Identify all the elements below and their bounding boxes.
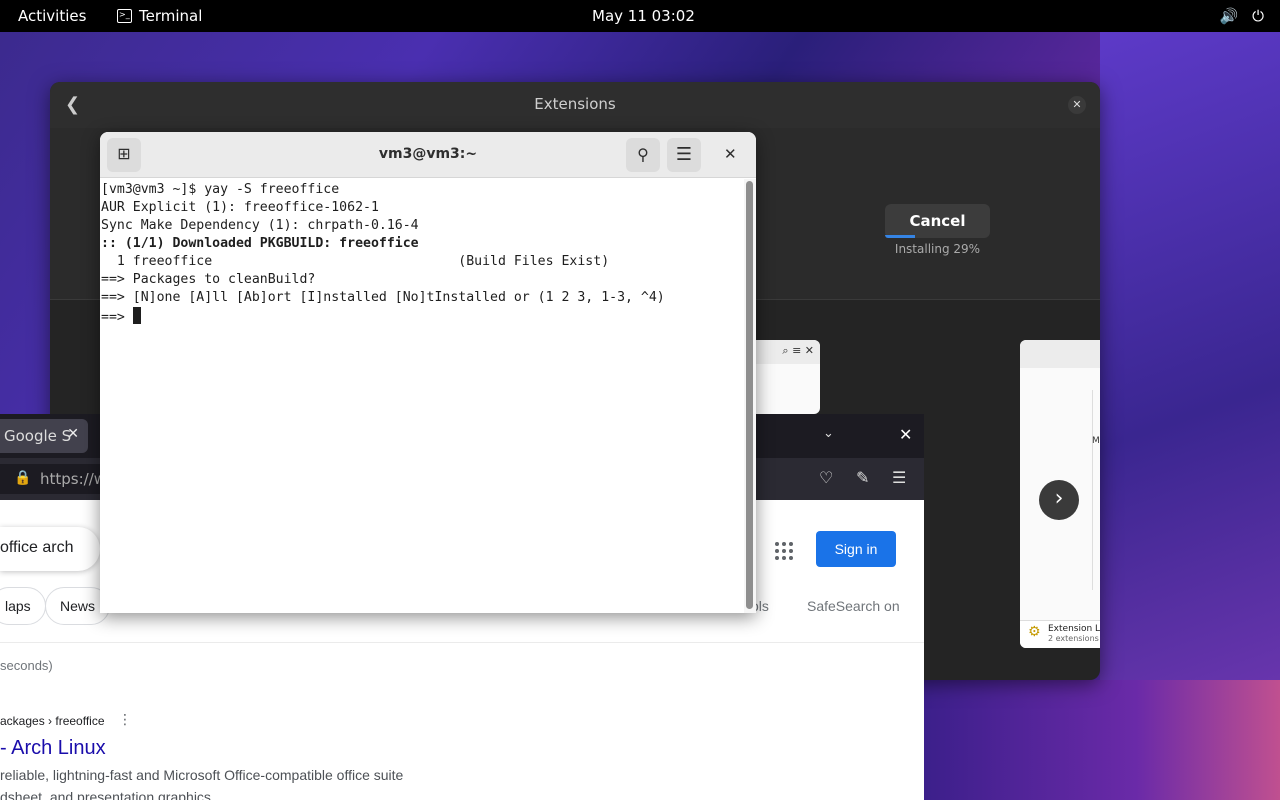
url-text: https://w — [40, 470, 107, 488]
result-snippet: reliable, lightning-fast and Microsoft O… — [0, 767, 404, 783]
extensions-icon[interactable]: ✎ — [856, 468, 869, 487]
terminal-prompt-line: ==> — [101, 307, 744, 327]
filter-chip-maps[interactable]: laps — [0, 587, 46, 625]
install-progress-bar — [885, 235, 916, 238]
terminal-output[interactable]: [vm3@vm3 ~]$ yay -S freeoffice AUR Explic… — [100, 179, 744, 613]
scrollbar[interactable] — [744, 179, 756, 613]
divider — [0, 642, 924, 643]
extensions-title: Extensions — [534, 95, 616, 113]
power-icon[interactable]: ⏻ — [1252, 7, 1264, 25]
cursor — [132, 307, 141, 324]
chevron-down-icon[interactable]: ⌄ — [823, 426, 834, 441]
card-footer-title: Extension L — [1048, 624, 1100, 634]
gear-icon: ⚙ — [1028, 624, 1041, 640]
close-tab-icon[interactable]: ✕ — [67, 426, 79, 442]
scrollbar-thumb[interactable] — [746, 181, 753, 609]
clock[interactable]: May 11 03:02 — [592, 7, 695, 25]
terminal-window[interactable]: ⊞ vm3@vm3:~ ⚲ ☰ ✕ [vm3@vm3 ~]$ yay -S fr… — [100, 132, 756, 613]
terminal-line: ==> [N]one [A]ll [Ab]ort [I]nstalled [No… — [101, 290, 665, 305]
card-text: M — [1092, 436, 1100, 446]
result-snippet: dsheet, and presentation graphics — [0, 789, 211, 800]
top-bar: Activities >_ Terminal May 11 03:02 🔊 ⏻ — [0, 0, 1280, 32]
apps-grid-icon[interactable] — [775, 542, 793, 560]
card-header: ⌕ ≡ ✕ — [750, 340, 820, 364]
safesearch-button[interactable]: SafeSearch on — [807, 598, 900, 614]
search-icon: ⚲ — [637, 145, 649, 164]
close-icon[interactable]: ✕ — [1068, 96, 1086, 114]
extensions-header: ❮ Extensions ✕ — [50, 82, 1100, 128]
divider — [1092, 390, 1093, 590]
tab-label: Google S — [4, 427, 72, 445]
volume-icon[interactable]: 🔊 — [1219, 7, 1238, 25]
lock-icon: 🔒 — [14, 470, 32, 486]
terminal-line: ==> Packages to cleanBuild? — [101, 272, 316, 287]
sign-in-button[interactable]: Sign in — [816, 531, 896, 567]
cancel-label: Cancel — [909, 212, 966, 230]
system-tray[interactable]: 🔊 ⏻ — [1219, 7, 1264, 25]
result-title-link[interactable]: - Arch Linux — [0, 737, 106, 760]
terminal-prompt: ==> — [101, 310, 133, 325]
pocket-icon[interactable]: ♡ — [819, 468, 833, 487]
activities-button[interactable]: Activities — [18, 7, 86, 25]
menu-icon: ☰ — [675, 144, 693, 165]
more-options-icon[interactable]: ⋮ — [118, 712, 132, 728]
wallpaper-shape — [920, 680, 1280, 800]
search-button[interactable]: ⚲ — [626, 138, 660, 172]
terminal-line: Sync Make Dependency (1): chrpath-0.16-4 — [101, 218, 419, 233]
result-breadcrumb[interactable]: ackages › freeoffice — [0, 714, 105, 728]
close-icon[interactable]: ✕ — [724, 145, 737, 163]
app-name: Terminal — [139, 7, 203, 25]
card-header — [1020, 340, 1100, 368]
screenshot-card[interactable]: ⌕ ≡ ✕ — [750, 340, 820, 414]
terminal-line: 1 freeoffice (Build Files Exist) — [101, 254, 610, 269]
result-stats: seconds) — [0, 658, 53, 673]
terminal-line: :: (1/1) Downloaded PKGBUILD: freeoffice — [101, 236, 419, 251]
url-bar[interactable]: 🔒 https://w — [0, 464, 110, 494]
terminal-icon: >_ — [117, 9, 132, 23]
cancel-button[interactable]: Cancel — [885, 204, 990, 238]
browser-tab[interactable]: Google S ✕ — [0, 419, 88, 453]
next-screenshot-button[interactable]: › — [1039, 480, 1079, 520]
terminal-line: [vm3@vm3 ~]$ yay -S freeoffice — [101, 182, 340, 197]
card-footer-subtitle: 2 extensions — [1048, 634, 1099, 643]
terminal-line: AUR Explicit (1): freeoffice-1062-1 — [101, 200, 379, 215]
menu-button[interactable]: ☰ — [667, 138, 701, 172]
close-icon[interactable]: ✕ — [899, 425, 912, 444]
search-input[interactable]: office arch — [0, 527, 100, 571]
terminal-header: ⊞ vm3@vm3:~ ⚲ ☰ ✕ — [100, 132, 756, 178]
card-footer: ⚙ Extension L 2 extensions — [1020, 620, 1100, 648]
install-status: Installing 29% — [894, 242, 981, 256]
menu-icon[interactable]: ☰ — [892, 468, 906, 487]
app-menu[interactable]: >_ Terminal — [117, 7, 202, 25]
